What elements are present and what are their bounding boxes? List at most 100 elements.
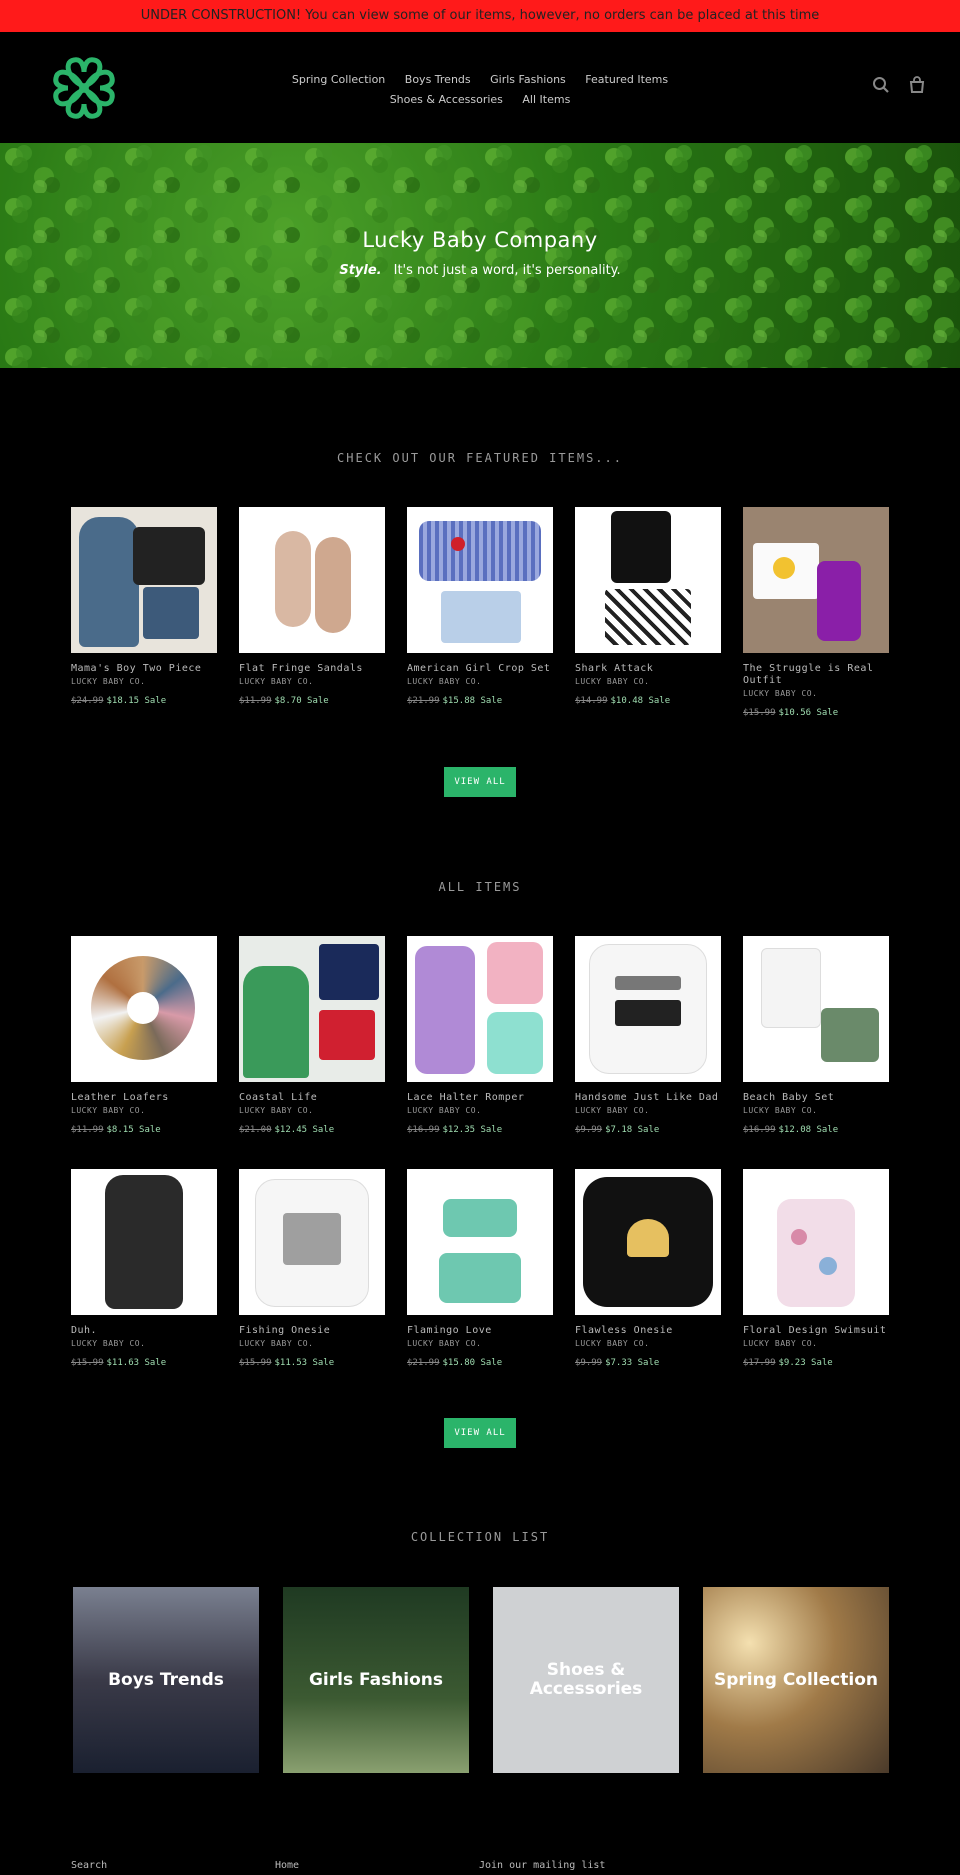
product-card[interactable]: Flamingo Love LUCKY BABY CO. $21.99 $15.8… [407,1169,553,1368]
product-name[interactable]: American Girl Crop Set [407,663,553,675]
product-vendor: LUCKY BABY CO. [407,677,482,686]
product-price: $21.99 $15.80 Sale [407,1358,503,1368]
product-card[interactable]: Shark Attack LUCKY BABY CO. $14.99 $10.48… [575,507,721,706]
product-card[interactable]: Handsome Just Like Dad LUCKY BABY CO. $9… [575,936,721,1135]
product-vendor: LUCKY BABY CO. [239,677,314,686]
product-image[interactable] [407,936,553,1082]
product-name[interactable]: Fishing Onesie [239,1325,385,1337]
nav-boys-trends[interactable]: Boys Trends [405,70,471,90]
product-card[interactable]: Leather Loafers LUCKY BABY CO. $11.99 $8.… [71,936,217,1135]
product-image[interactable] [575,1169,721,1315]
product-name[interactable]: Mama's Boy Two Piece [71,663,217,675]
collection-label: Spring Collection [714,1669,878,1690]
product-price: $17.99 $9.23 Sale [743,1358,833,1368]
product-image[interactable] [239,1169,385,1315]
product-image[interactable] [575,936,721,1082]
product-image[interactable] [743,1169,889,1315]
main-nav: Spring Collection Boys Trends Girls Fash… [250,70,710,110]
product-vendor: LUCKY BABY CO. [743,1106,818,1115]
product-image[interactable] [575,507,721,653]
product-name[interactable]: Flat Fringe Sandals [239,663,385,675]
product-name[interactable]: Leather Loafers [71,1092,217,1104]
product-image[interactable] [743,507,889,653]
product-vendor: LUCKY BABY CO. [575,1106,650,1115]
product-name[interactable]: Flamingo Love [407,1325,553,1337]
product-image[interactable] [407,1169,553,1315]
product-card[interactable]: American Girl Crop Set LUCKY BABY CO. $2… [407,507,553,706]
clover-logo[interactable] [48,52,120,124]
product-name[interactable]: Handsome Just Like Dad [575,1092,721,1104]
footer-link-home[interactable]: Home [275,1860,299,1871]
nav-girls-fashions[interactable]: Girls Fashions [490,70,566,90]
product-card[interactable]: Duh. LUCKY BABY CO. $15.99 $11.63 Sale [71,1169,217,1368]
collection-boys-trends[interactable]: Boys Trends [73,1587,259,1773]
nav-shoes-accessories[interactable]: Shoes & Accessories [390,90,503,110]
product-price: $14.99 $10.48 Sale [575,696,671,706]
product-card[interactable]: Beach Baby Set LUCKY BABY CO. $16.99 $12.… [743,936,889,1135]
product-name[interactable]: Flawless Onesie [575,1325,721,1337]
product-vendor: LUCKY BABY CO. [407,1339,482,1348]
footer-link-search[interactable]: Search [71,1860,107,1871]
product-image[interactable] [71,507,217,653]
collection-shoes-accessories[interactable]: Shoes & Accessories [493,1587,679,1773]
product-card[interactable]: Fishing Onesie LUCKY BABY CO. $15.99 $11.… [239,1169,385,1368]
product-name[interactable]: Shark Attack [575,663,721,675]
collection-label: Shoes & Accessories [529,1660,643,1699]
nav-all-items[interactable]: All Items [522,90,570,110]
product-price: $16.99 $12.08 Sale [743,1125,839,1135]
product-card[interactable]: Flat Fringe Sandals LUCKY BABY CO. $11.9… [239,507,385,706]
product-image[interactable] [71,936,217,1082]
product-image[interactable] [239,507,385,653]
product-price: $9.99 $7.33 Sale [575,1358,660,1368]
product-price: $15.99 $11.63 Sale [71,1358,167,1368]
product-vendor: LUCKY BABY CO. [575,677,650,686]
product-name[interactable]: Beach Baby Set [743,1092,889,1104]
all-items-view-all-button[interactable]: VIEW ALL [444,1418,516,1448]
product-card[interactable]: Mama's Boy Two Piece LUCKY BABY CO. $24.… [71,507,217,706]
nav-featured-items[interactable]: Featured Items [585,70,668,90]
product-card[interactable]: Lace Halter Romper LUCKY BABY CO. $16.99… [407,936,553,1135]
product-price: $11.99 $8.70 Sale [239,696,329,706]
product-price: $21.99 $15.88 Sale [407,696,503,706]
product-vendor: LUCKY BABY CO. [743,1339,818,1348]
featured-view-all-button[interactable]: VIEW ALL [444,767,516,797]
product-card[interactable]: Flawless Onesie LUCKY BABY CO. $9.99 $7.3… [575,1169,721,1368]
collection-list-title: COLLECTION LIST [410,1530,550,1544]
announcement-bar: UNDER CONSTRUCTION! You can view some of… [0,0,960,32]
product-image[interactable] [407,507,553,653]
product-name[interactable]: Coastal Life [239,1092,385,1104]
hero-tagline-emphasis: Style. [339,263,382,278]
search-icon[interactable] [872,76,890,94]
product-price: $24.99 $18.15 Sale [71,696,167,706]
product-price: $16.99 $12.35 Sale [407,1125,503,1135]
collection-spring-collection[interactable]: Spring Collection [703,1587,889,1773]
product-price: $15.99 $10.56 Sale [743,708,839,718]
collection-girls-fashions[interactable]: Girls Fashions [283,1587,469,1773]
featured-section-title: CHECK OUT OUR FEATURED ITEMS... [337,451,623,465]
product-card[interactable]: Floral Design Swimsuit LUCKY BABY CO. $1… [743,1169,889,1368]
footer-mailing-list-title: Join our mailing list [479,1860,606,1871]
nav-spring-collection[interactable]: Spring Collection [292,70,385,90]
collection-label: Girls Fashions [308,1669,444,1690]
product-name[interactable]: Floral Design Swimsuit [743,1325,889,1337]
cart-icon[interactable] [908,76,926,94]
hero-tagline: Style. It's not just a word, it's persona… [0,263,960,278]
product-vendor: LUCKY BABY CO. [575,1339,650,1348]
hero-tagline-text: It's not just a word, it's personality. [393,263,621,278]
collection-label: Boys Trends [108,1669,224,1690]
product-card[interactable]: The Struggle is Real Outfit LUCKY BABY C… [743,507,889,718]
product-vendor: LUCKY BABY CO. [743,689,818,698]
product-vendor: LUCKY BABY CO. [407,1106,482,1115]
product-name[interactable]: Lace Halter Romper [407,1092,553,1104]
product-vendor: LUCKY BABY CO. [71,677,146,686]
hero-title: Lucky Baby Company [362,228,598,252]
product-vendor: LUCKY BABY CO. [239,1106,314,1115]
product-name[interactable]: The Struggle is Real Outfit [743,663,889,687]
product-image[interactable] [239,936,385,1082]
product-card[interactable]: Coastal Life LUCKY BABY CO. $21.00 $12.45… [239,936,385,1135]
product-price: $15.99 $11.53 Sale [239,1358,335,1368]
product-name[interactable]: Duh. [71,1325,217,1337]
product-image[interactable] [743,936,889,1082]
product-image[interactable] [71,1169,217,1315]
product-price: $9.99 $7.18 Sale [575,1125,660,1135]
